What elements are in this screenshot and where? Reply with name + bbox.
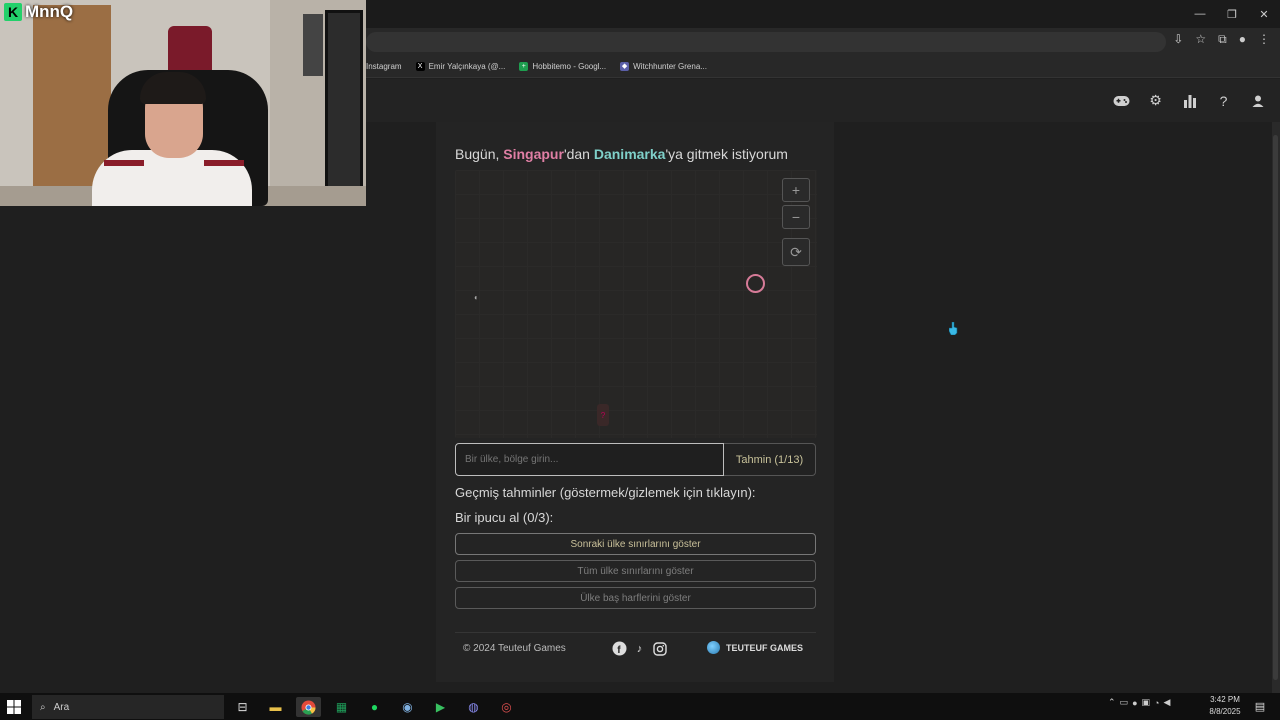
webcam-shirt-stripe: [204, 160, 244, 166]
header-icons: ⚙ ?: [1113, 92, 1266, 109]
social-links: f ♪: [612, 641, 667, 656]
reset-view-button[interactable]: ⟳: [782, 238, 810, 266]
spotify-icon[interactable]: ●: [362, 697, 387, 717]
destination-marker: [746, 274, 765, 293]
notification-icon[interactable]: ▤: [1252, 698, 1268, 714]
excel-icon[interactable]: ▦: [329, 697, 354, 717]
hint-label: Bir ipucu al (0/3):: [455, 510, 554, 525]
bookmark-label: Hobbitemo - Googl...: [532, 62, 607, 71]
menu-icon[interactable]: ⋮: [1258, 32, 1270, 47]
bookmark-label: Instagram: [366, 62, 402, 71]
zoom-in-button[interactable]: +: [782, 178, 810, 202]
globe-icon: [707, 641, 720, 654]
mouse-cursor-icon: [949, 322, 958, 335]
game-prompt: Bugün, Singapur'dan Danimarka'ya gitmek …: [455, 146, 788, 162]
user-icon[interactable]: [1249, 92, 1266, 109]
battery-icon[interactable]: ▭: [1120, 697, 1129, 708]
file-explorer-icon[interactable]: ▬: [263, 697, 288, 717]
bookmark-x[interactable]: X Emir Yalçınkaya (@...: [415, 62, 506, 71]
x-icon: X: [415, 62, 425, 71]
bookmark-instagram[interactable]: Instagram: [366, 62, 402, 71]
guess-history-toggle[interactable]: Geçmiş tahminler (göstermek/gizlemek içi…: [455, 485, 756, 500]
game-map[interactable]: [455, 170, 817, 438]
play-app-icon[interactable]: ▶: [428, 697, 453, 717]
webcam-person-body: [92, 150, 252, 206]
webcam-door: [33, 5, 111, 187]
sheets-icon: +: [519, 62, 529, 71]
country-guess-input[interactable]: [455, 443, 724, 476]
address-bar-icons: ⇩ ☆ ⧉ ● ⋮: [1173, 32, 1270, 47]
instagram-icon[interactable]: [652, 641, 667, 656]
copyright-text: © 2024 Teuteuf Games: [463, 643, 566, 654]
window-controls: — ❐ ✕: [1184, 0, 1280, 28]
kick-logo-icon: K: [4, 3, 22, 21]
taskbar-search[interactable]: ⌕ Ara: [32, 695, 224, 719]
omnibox[interactable]: [366, 32, 1166, 52]
shield-icon: ◆: [620, 62, 630, 71]
obs-icon[interactable]: ◎: [494, 697, 519, 717]
steam-icon[interactable]: ◉: [395, 697, 420, 717]
microphone-icon[interactable]: ●: [1132, 698, 1137, 708]
to-country: Danimarka: [593, 146, 666, 162]
prompt-middle: 'dan: [563, 146, 594, 162]
clock-date: 8/8/2025: [1209, 707, 1241, 716]
tiktok-icon[interactable]: ♪: [632, 641, 647, 656]
clock-time: 3:42 PM: [1210, 695, 1240, 704]
chrome-icon[interactable]: [296, 697, 321, 717]
gamepad-icon[interactable]: [1113, 92, 1130, 109]
install-icon[interactable]: ⇩: [1173, 32, 1183, 47]
help-icon[interactable]: ?: [1215, 92, 1232, 109]
brand-name: TEUTEUF GAMES: [726, 642, 804, 653]
minimize-icon[interactable]: —: [1184, 0, 1216, 28]
bookmark-sheets[interactable]: + Hobbitemo - Googl...: [519, 62, 606, 71]
task-view-icon[interactable]: ⊟: [230, 697, 255, 717]
windows-start-icon[interactable]: [6, 699, 22, 715]
facebook-icon[interactable]: f: [612, 641, 627, 656]
discord-icon[interactable]: ◍: [461, 697, 486, 717]
footer-divider: [455, 632, 816, 633]
stats-icon[interactable]: [1181, 92, 1198, 109]
hint-initials-button[interactable]: Ülke baş harflerini göster: [455, 587, 816, 609]
webcam-mirror: [325, 10, 363, 206]
bookmark-witchhunter[interactable]: ◆ Witchhunter Grena...: [620, 62, 707, 71]
restore-icon[interactable]: ❐: [1216, 0, 1248, 28]
webcam-picture-frame: [303, 14, 323, 76]
star-icon[interactable]: ☆: [1195, 32, 1206, 47]
guess-button[interactable]: Tahmin (1/13): [724, 443, 816, 476]
webcam-overlay: K MnnQ: [0, 0, 366, 206]
wifi-icon[interactable]: ◔: [1154, 698, 1159, 708]
zoom-out-button[interactable]: −: [782, 205, 810, 229]
streamer-name: MnnQ: [25, 2, 74, 21]
extensions-icon[interactable]: ⧉: [1218, 32, 1227, 47]
origin-marker: ◐: [474, 293, 479, 302]
gear-icon[interactable]: ⚙: [1147, 92, 1164, 109]
taskbar-apps: ⊟ ▬ ▦ ● ◉ ▶ ◍ ◎: [230, 697, 519, 717]
chevron-up-icon[interactable]: ⌃: [1108, 697, 1116, 708]
profile-icon[interactable]: ●: [1239, 32, 1246, 47]
system-tray: ⌃ ▭ ● ▣ ◔ ◀: [1108, 697, 1170, 708]
teuteuf-brand-link[interactable]: TEUTEUF GAMES: [707, 641, 803, 654]
taskbar-search-label: Ara: [53, 701, 70, 713]
network-icon[interactable]: ▣: [1142, 697, 1151, 708]
close-icon[interactable]: ✕: [1248, 0, 1280, 28]
streamer-tag: K MnnQ: [4, 2, 73, 22]
taskbar-clock[interactable]: 3:42 PM 8/8/2025: [1205, 694, 1245, 718]
hint-all-borders-button[interactable]: Tüm ülke sınırlarını göster: [455, 560, 816, 582]
unknown-country-marker: ?: [597, 404, 609, 426]
scrollbar-thumb[interactable]: [1273, 135, 1278, 680]
prompt-prefix: Bugün,: [455, 146, 504, 162]
bookmark-label: Emir Yalçınkaya (@...: [428, 62, 506, 71]
bookmark-label: Witchhunter Grena...: [633, 62, 707, 71]
search-icon: ⌕: [40, 701, 46, 713]
hint-next-borders-button[interactable]: Sonraki ülke sınırlarını göster: [455, 533, 816, 555]
from-country: Singapur: [503, 146, 564, 162]
volume-icon[interactable]: ◀: [1163, 697, 1170, 708]
webcam-shirt-stripe: [104, 160, 144, 166]
prompt-suffix: 'ya gitmek istiyorum: [665, 146, 788, 162]
